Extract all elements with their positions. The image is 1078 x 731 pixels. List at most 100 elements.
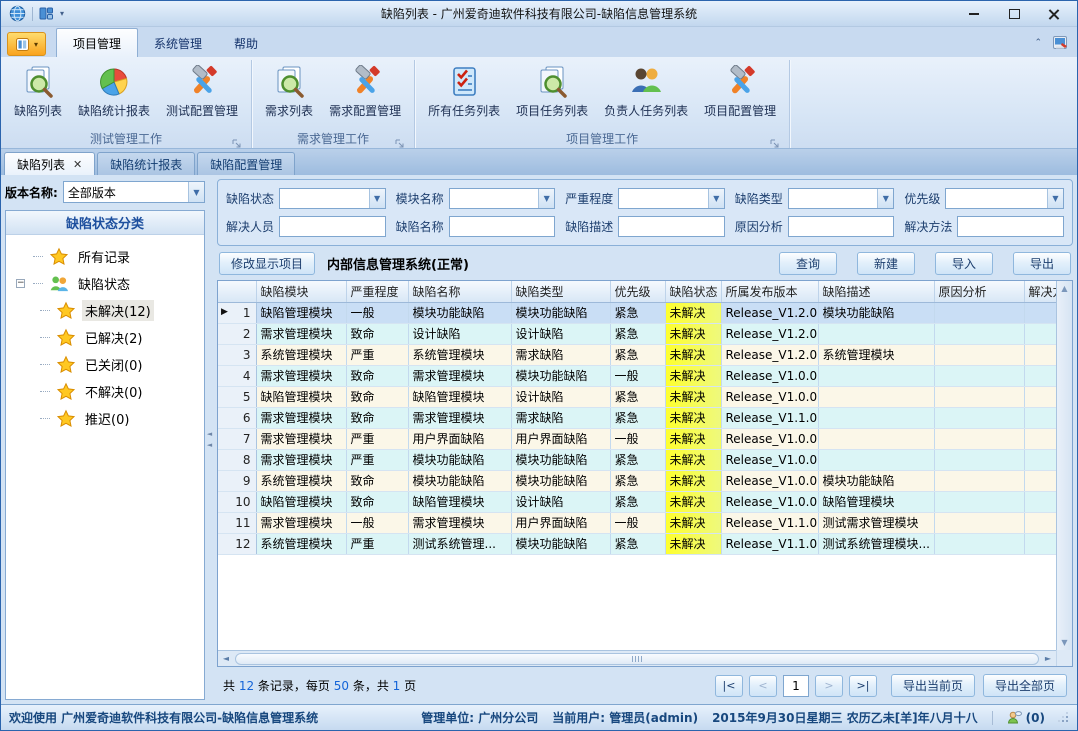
cell-desc[interactable] xyxy=(818,323,934,344)
cell-solution[interactable] xyxy=(1024,302,1056,323)
ribbon-collapse-icon[interactable]: ⌃ xyxy=(1034,38,1042,48)
cell-severity[interactable]: 一般 xyxy=(346,512,408,533)
doc-tab-缺陷列表[interactable]: 缺陷列表✕ xyxy=(4,152,95,175)
cell-version[interactable]: Release_V1.0.0 xyxy=(721,449,818,470)
cell-cause[interactable] xyxy=(934,323,1024,344)
export-all-pages-button[interactable]: 导出全部页 xyxy=(983,674,1067,697)
cell-name[interactable]: 需求管理模块 xyxy=(408,407,511,428)
ribbon-button[interactable]: 项目配置管理 xyxy=(699,61,781,120)
cell-solution[interactable] xyxy=(1024,512,1056,533)
cell-solution[interactable] xyxy=(1024,344,1056,365)
cell-status[interactable]: 未解决 xyxy=(665,407,721,428)
ribbon-button[interactable]: 需求配置管理 xyxy=(324,61,406,120)
cell-severity[interactable]: 严重 xyxy=(346,344,408,365)
cell-name[interactable]: 缺陷管理模块 xyxy=(408,491,511,512)
table-row[interactable]: 11需求管理模块一般需求管理模块用户界面缺陷一般未解决Release_V1.1.… xyxy=(218,512,1056,533)
cell-priority[interactable]: 一般 xyxy=(610,365,665,386)
cell-type[interactable]: 设计缺陷 xyxy=(511,491,610,512)
column-header-module[interactable]: 缺陷模块 xyxy=(256,281,346,302)
dialog-launcher-icon[interactable] xyxy=(395,134,405,144)
toolbar-button-导出[interactable]: 导出 xyxy=(1013,252,1071,275)
chevron-down-icon[interactable]: ▼ xyxy=(188,182,204,202)
cell-priority[interactable]: 紧急 xyxy=(610,344,665,365)
tree-item[interactable]: 不解决(0) xyxy=(16,378,202,405)
cell-module[interactable]: 缺陷管理模块 xyxy=(256,491,346,512)
cell-status[interactable]: 未解决 xyxy=(665,344,721,365)
cell-version[interactable]: Release_V1.2.0 xyxy=(721,344,818,365)
page-number-input[interactable] xyxy=(783,675,809,697)
vertical-scrollbar[interactable]: ▲ ▼ xyxy=(1056,281,1072,650)
quick-access-caret-icon[interactable]: ▾ xyxy=(60,9,64,18)
cell-type[interactable]: 模块功能缺陷 xyxy=(511,302,610,323)
row-number-cell[interactable]: 12 xyxy=(218,533,256,554)
table-row[interactable]: 7需求管理模块严重用户界面缺陷用户界面缺陷一般未解决Release_V1.0.0 xyxy=(218,428,1056,449)
dialog-launcher-icon[interactable] xyxy=(232,134,242,144)
cell-type[interactable]: 需求缺陷 xyxy=(511,344,610,365)
ribbon-button[interactable]: 负责人任务列表 xyxy=(599,61,693,120)
cell-cause[interactable] xyxy=(934,302,1024,323)
horizontal-scrollbar[interactable]: ◄ ► xyxy=(218,650,1056,666)
cell-priority[interactable]: 一般 xyxy=(610,512,665,533)
row-number-cell[interactable]: 6 xyxy=(218,407,256,428)
ribbon-button[interactable]: 缺陷列表 xyxy=(9,61,67,120)
cell-desc[interactable] xyxy=(818,365,934,386)
resize-grip[interactable] xyxy=(1059,713,1069,723)
scroll-right-icon[interactable]: ► xyxy=(1040,654,1056,663)
ribbon-tab-系统管理[interactable]: 系统管理 xyxy=(138,29,218,57)
row-number-cell[interactable]: ▶1 xyxy=(218,302,256,323)
filter-dropdown-缺陷状态[interactable]: ▼ xyxy=(279,188,386,209)
cell-status[interactable]: 未解决 xyxy=(665,512,721,533)
prev-page-button[interactable]: < xyxy=(749,675,777,697)
cell-desc[interactable]: 系统管理模块 xyxy=(818,344,934,365)
cell-priority[interactable]: 紧急 xyxy=(610,470,665,491)
cell-name[interactable]: 模块功能缺陷 xyxy=(408,470,511,491)
cell-cause[interactable] xyxy=(934,533,1024,554)
cell-desc[interactable]: 测试需求管理模块 xyxy=(818,512,934,533)
cell-cause[interactable] xyxy=(934,344,1024,365)
cell-type[interactable]: 模块功能缺陷 xyxy=(511,449,610,470)
cell-status[interactable]: 未解决 xyxy=(665,428,721,449)
cell-solution[interactable] xyxy=(1024,428,1056,449)
cell-name[interactable]: 模块功能缺陷 xyxy=(408,449,511,470)
cell-status[interactable]: 未解决 xyxy=(665,323,721,344)
ribbon-button[interactable]: 需求列表 xyxy=(260,61,318,120)
column-header-type[interactable]: 缺陷类型 xyxy=(511,281,610,302)
cell-severity[interactable]: 严重 xyxy=(346,533,408,554)
cell-priority[interactable]: 紧急 xyxy=(610,407,665,428)
cell-name[interactable]: 模块功能缺陷 xyxy=(408,302,511,323)
cell-solution[interactable] xyxy=(1024,470,1056,491)
cell-solution[interactable] xyxy=(1024,365,1056,386)
cell-module[interactable]: 需求管理模块 xyxy=(256,407,346,428)
ribbon-button[interactable]: 测试配置管理 xyxy=(161,61,243,120)
close-button[interactable] xyxy=(1039,5,1069,23)
close-tab-icon[interactable]: ✕ xyxy=(73,159,82,170)
filter-dropdown-严重程度[interactable]: ▼ xyxy=(618,188,725,209)
cell-solution[interactable] xyxy=(1024,449,1056,470)
tree-item[interactable]: 已解决(2) xyxy=(16,324,202,351)
tree-item[interactable]: 未解决(12) xyxy=(16,297,202,324)
messenger-user-icon[interactable] xyxy=(1007,710,1022,725)
cell-desc[interactable]: 测试系统管理模块... xyxy=(818,533,934,554)
table-row[interactable]: 8需求管理模块严重模块功能缺陷模块功能缺陷紧急未解决Release_V1.0.0 xyxy=(218,449,1056,470)
cell-type[interactable]: 模块功能缺陷 xyxy=(511,470,610,491)
first-page-button[interactable]: |< xyxy=(715,675,743,697)
column-header-status[interactable]: 缺陷状态 xyxy=(665,281,721,302)
cell-version[interactable]: Release_V1.0.0 xyxy=(721,491,818,512)
table-row[interactable]: ▶1缺陷管理模块一般模块功能缺陷模块功能缺陷紧急未解决Release_V1.2.… xyxy=(218,302,1056,323)
cell-name[interactable]: 用户界面缺陷 xyxy=(408,428,511,449)
cell-type[interactable]: 设计缺陷 xyxy=(511,323,610,344)
minimize-button[interactable] xyxy=(959,5,989,23)
cell-type[interactable]: 用户界面缺陷 xyxy=(511,428,610,449)
cell-priority[interactable]: 紧急 xyxy=(610,533,665,554)
doc-tab-缺陷统计报表[interactable]: 缺陷统计报表 xyxy=(97,152,195,175)
filter-input-解决人员[interactable] xyxy=(279,216,386,237)
cell-name[interactable]: 设计缺陷 xyxy=(408,323,511,344)
cell-version[interactable]: Release_V1.1.0 xyxy=(721,512,818,533)
modify-columns-button[interactable]: 修改显示项目 xyxy=(219,252,315,275)
cell-severity[interactable]: 致命 xyxy=(346,470,408,491)
cell-type[interactable]: 模块功能缺陷 xyxy=(511,533,610,554)
cell-severity[interactable]: 致命 xyxy=(346,491,408,512)
tree-item[interactable]: −缺陷状态 xyxy=(16,270,202,297)
chevron-down-icon[interactable]: ▼ xyxy=(369,189,385,208)
cell-priority[interactable]: 紧急 xyxy=(610,449,665,470)
